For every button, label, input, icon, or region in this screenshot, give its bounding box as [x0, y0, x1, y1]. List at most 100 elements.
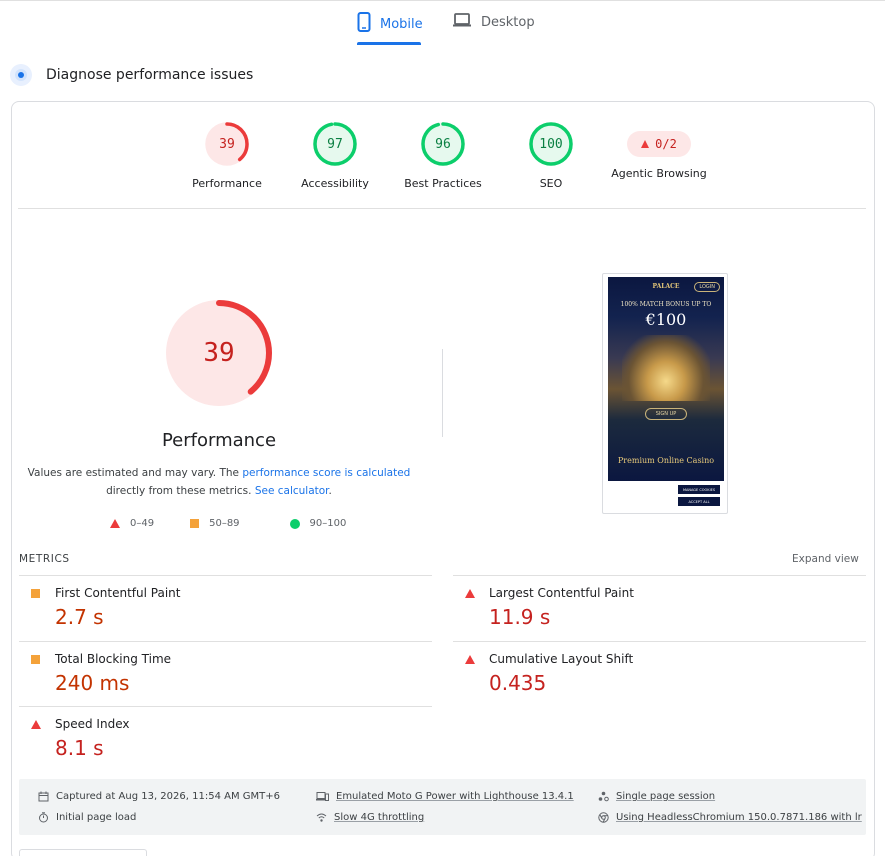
- legend-range: 50–89: [209, 518, 240, 529]
- see-calculator-link[interactable]: See calculator: [255, 485, 329, 497]
- metric-largest-contentful-paint: Largest Contentful Paint 11.9 s: [453, 575, 866, 641]
- average-square-icon: [190, 519, 200, 528]
- casino-hero: PALACE LOGIN 100% MATCH BONUS UP TO €100…: [608, 277, 724, 481]
- fail-triangle-icon: [110, 519, 120, 528]
- laptop-icon: [452, 12, 472, 32]
- metrics-heading: METRICS: [19, 553, 70, 565]
- agentic-score: 0/2: [655, 137, 677, 151]
- gauge-score: 39: [219, 136, 235, 152]
- emulated-device[interactable]: Emulated Moto G Power with Lighthouse 13…: [316, 791, 574, 802]
- metric-divider: [19, 575, 432, 576]
- view-treemap-button[interactable]: [19, 849, 147, 856]
- casino-cookie-banner: MANAGE COOKIES ACCEPT ALL: [608, 481, 724, 511]
- casino-bonus-amount: €100: [645, 310, 687, 329]
- gauge-seo[interactable]: 100 SEO: [496, 121, 606, 190]
- legend-range: 0–49: [130, 518, 155, 529]
- metric-value: 11.9 s: [489, 605, 551, 629]
- final-screenshot[interactable]: PALACE LOGIN 100% MATCH BONUS UP TO €100…: [602, 273, 728, 514]
- metric-divider: [453, 641, 866, 642]
- casino-building-image: [622, 335, 710, 401]
- fail-triangle-icon: [465, 589, 475, 598]
- browser-version-text: Using HeadlessChromium 150.0.7871.186 wi…: [616, 812, 862, 823]
- tab-desktop[interactable]: Desktop: [452, 12, 535, 32]
- metric-total-blocking-time: Total Blocking Time 240 ms: [19, 641, 432, 707]
- metric-speed-index: Speed Index 8.1 s: [19, 706, 432, 772]
- casino-signup-button: SIGN UP: [645, 408, 687, 420]
- gauge-agentic-browsing[interactable]: 0/2 Agentic Browsing: [604, 121, 714, 180]
- average-square-icon: [31, 655, 40, 664]
- session-icon: [598, 791, 609, 802]
- metric-name: Total Blocking Time: [55, 652, 172, 666]
- fail-triangle-icon: [641, 140, 650, 148]
- initial-page-load-text: Initial page load: [56, 812, 137, 823]
- gauge-accessibility[interactable]: 97 Accessibility: [280, 121, 390, 190]
- gauges-divider: [18, 208, 866, 209]
- page-session[interactable]: Single page session: [598, 791, 715, 802]
- screenshot-content: PALACE LOGIN 100% MATCH BONUS UP TO €100…: [608, 277, 724, 511]
- cookie-text: [611, 485, 673, 505]
- agentic-score-pill: 0/2: [627, 131, 691, 157]
- gauge-label: SEO: [539, 177, 563, 190]
- metric-value: 240 ms: [55, 671, 130, 695]
- casino-bonus-text: 100% MATCH BONUS UP TO: [620, 301, 712, 308]
- casino-login-button: LOGIN: [694, 282, 720, 292]
- phone-icon: [357, 12, 371, 36]
- casino-logo: PALACE: [652, 283, 680, 290]
- captured-at-text: Captured at Aug 13, 2026, 11:54 AM GMT+6: [56, 791, 280, 802]
- expand-view-button[interactable]: Expand view: [792, 553, 859, 565]
- performance-gauge-large: 39: [164, 298, 274, 408]
- desc-text-3: .: [328, 485, 332, 497]
- tab-mobile[interactable]: Mobile: [357, 12, 423, 36]
- metric-name: Cumulative Layout Shift: [489, 652, 634, 666]
- gauge-ring: 100: [528, 121, 574, 167]
- diagnose-header: Diagnose performance issues: [10, 64, 253, 86]
- timer-icon: [38, 812, 49, 823]
- desc-text-2: directly from these metrics.: [106, 485, 255, 497]
- casino-premium-text: Premium Online Casino: [617, 456, 715, 465]
- average-square-icon: [31, 589, 40, 598]
- captured-at: Captured at Aug 13, 2026, 11:54 AM GMT+6: [38, 791, 280, 802]
- gauge-label: Accessibility: [301, 177, 369, 190]
- metric-value: 2.7 s: [55, 605, 104, 629]
- legend-range: 90–100: [309, 518, 347, 529]
- gauge-score: 97: [327, 136, 343, 152]
- casino-fine-print: [616, 425, 716, 435]
- fail-triangle-icon: [31, 720, 41, 729]
- network-throttling[interactable]: Slow 4G throttling: [316, 812, 424, 823]
- fail-triangle-icon: [465, 655, 475, 664]
- metric-divider: [453, 575, 866, 576]
- performance-score-large: 39: [203, 338, 235, 368]
- gauge-label: Best Practices: [404, 177, 482, 190]
- tab-desktop-label: Desktop: [481, 14, 535, 30]
- page-session-text: Single page session: [616, 791, 716, 802]
- calendar-icon: [38, 791, 49, 802]
- gauge-ring: 39: [204, 121, 250, 167]
- score-calculated-link[interactable]: performance score is calculated: [242, 467, 410, 479]
- pass-circle-icon: [289, 518, 300, 529]
- diagnose-title: Diagnose performance issues: [46, 67, 254, 83]
- gauge-ring: 96: [420, 121, 466, 167]
- performance-title: Performance: [161, 430, 277, 451]
- gauge-label: Agentic Browsing: [611, 167, 707, 180]
- category-gauges: 39 Performance 97 Accessibility 96 Best …: [0, 121, 885, 201]
- metric-name: Largest Contentful Paint: [489, 586, 634, 600]
- metric-value: 8.1 s: [55, 736, 104, 760]
- gauge-performance[interactable]: 39 Performance: [172, 121, 282, 190]
- legend-pass: 90–100: [289, 518, 347, 529]
- metric-name: First Contentful Paint: [55, 586, 181, 600]
- score-legend: 0–49 50–89 90–100: [110, 518, 376, 529]
- gauge-label: Performance: [192, 177, 262, 190]
- runtime-settings: Captured at Aug 13, 2026, 11:54 AM GMT+6…: [19, 779, 866, 835]
- device-tabs: Mobile Desktop: [0, 0, 885, 46]
- network-throttling-text: Slow 4G throttling: [334, 812, 425, 823]
- performance-description: Values are estimated and may vary. The p…: [20, 464, 418, 500]
- metric-cumulative-layout-shift: Cumulative Layout Shift 0.435: [453, 641, 866, 707]
- gauge-best-practices[interactable]: 96 Best Practices: [388, 121, 498, 190]
- cookie-manage-button: MANAGE COOKIES: [678, 485, 720, 494]
- gauge-ring: 97: [312, 121, 358, 167]
- metric-divider: [19, 706, 432, 707]
- devices-icon: [316, 791, 329, 802]
- metric-divider: [19, 641, 432, 642]
- chrome-icon: [598, 812, 609, 823]
- browser-version[interactable]: Using HeadlessChromium 150.0.7871.186 wi…: [598, 812, 862, 823]
